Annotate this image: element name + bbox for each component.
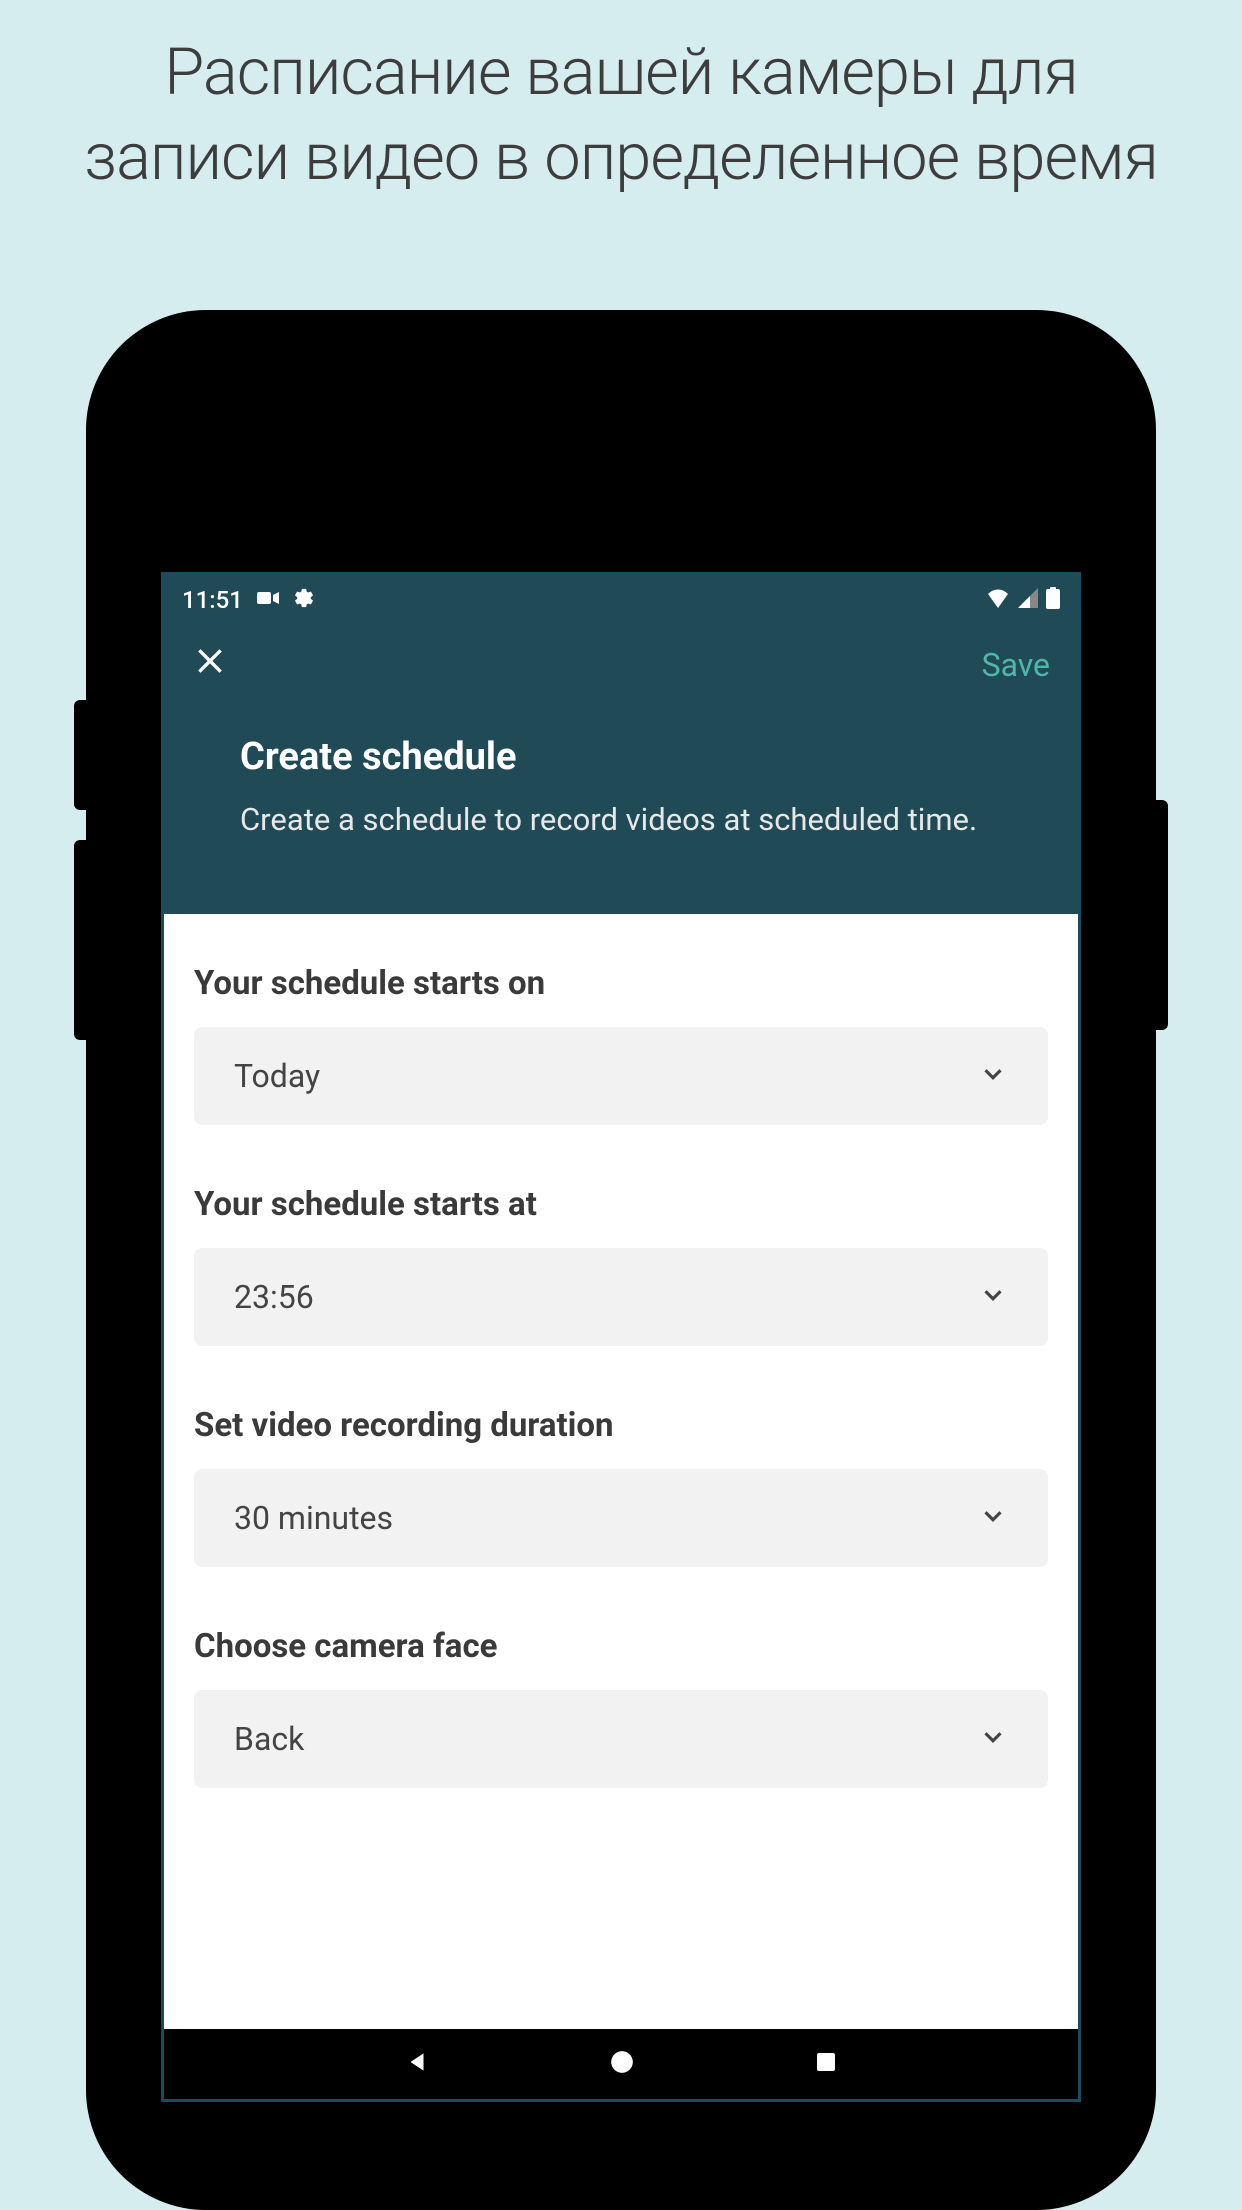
phone-frame: 11:51 [86, 310, 1156, 2210]
duration-dropdown[interactable]: 30 minutes [194, 1469, 1048, 1567]
nav-back-button[interactable] [404, 2049, 430, 2079]
phone-button-volume [74, 700, 86, 810]
dropdown-value: Today [234, 1057, 320, 1095]
form-label: Your schedule starts at [194, 1185, 1048, 1224]
nav-home-button[interactable] [609, 2049, 635, 2079]
dropdown-value: 23:56 [234, 1278, 314, 1316]
header-section: Create schedule Create a schedule to rec… [164, 705, 1078, 914]
promo-title: Расписание вашей камеры для записи видео… [0, 0, 1242, 219]
dropdown-value: 30 minutes [234, 1499, 393, 1537]
wifi-icon [986, 588, 1010, 612]
nav-recent-button[interactable] [814, 2050, 838, 2078]
status-bar-right [986, 587, 1060, 613]
start-date-dropdown[interactable]: Today [194, 1027, 1048, 1125]
page-subtitle: Create a schedule to record videos at sc… [240, 797, 1002, 844]
close-button[interactable] [194, 643, 226, 687]
form-group-duration: Set video recording duration 30 minutes [194, 1406, 1048, 1567]
phone-button-volume-2 [74, 840, 86, 1040]
phone-button-power [1156, 800, 1168, 1030]
status-bar-left: 11:51 [182, 586, 315, 614]
save-button[interactable]: Save [982, 646, 1058, 684]
chevron-down-icon [978, 1501, 1008, 1535]
form-label: Set video recording duration [194, 1406, 1048, 1445]
gear-icon [293, 587, 315, 613]
video-icon [257, 590, 279, 610]
form-group-start-date: Your schedule starts on Today [194, 964, 1048, 1125]
camera-face-dropdown[interactable]: Back [194, 1690, 1048, 1788]
form-label: Choose camera face [194, 1627, 1048, 1666]
chevron-down-icon [978, 1722, 1008, 1756]
android-nav-bar [164, 2029, 1078, 2099]
form-content: Your schedule starts on Today Your sched… [164, 914, 1078, 1898]
app-bar: Save [164, 625, 1078, 705]
form-group-start-time: Your schedule starts at 23:56 [194, 1185, 1048, 1346]
battery-icon [1046, 587, 1060, 613]
status-bar-time: 11:51 [182, 586, 243, 614]
form-group-camera-face: Choose camera face Back [194, 1627, 1048, 1788]
dropdown-value: Back [234, 1720, 304, 1758]
chevron-down-icon [978, 1280, 1008, 1314]
page-title: Create schedule [240, 735, 1002, 779]
signal-icon [1018, 588, 1038, 612]
start-time-dropdown[interactable]: 23:56 [194, 1248, 1048, 1346]
status-bar: 11:51 [164, 575, 1078, 625]
chevron-down-icon [978, 1059, 1008, 1093]
form-label: Your schedule starts on [194, 964, 1048, 1003]
phone-screen: 11:51 [161, 572, 1081, 2102]
